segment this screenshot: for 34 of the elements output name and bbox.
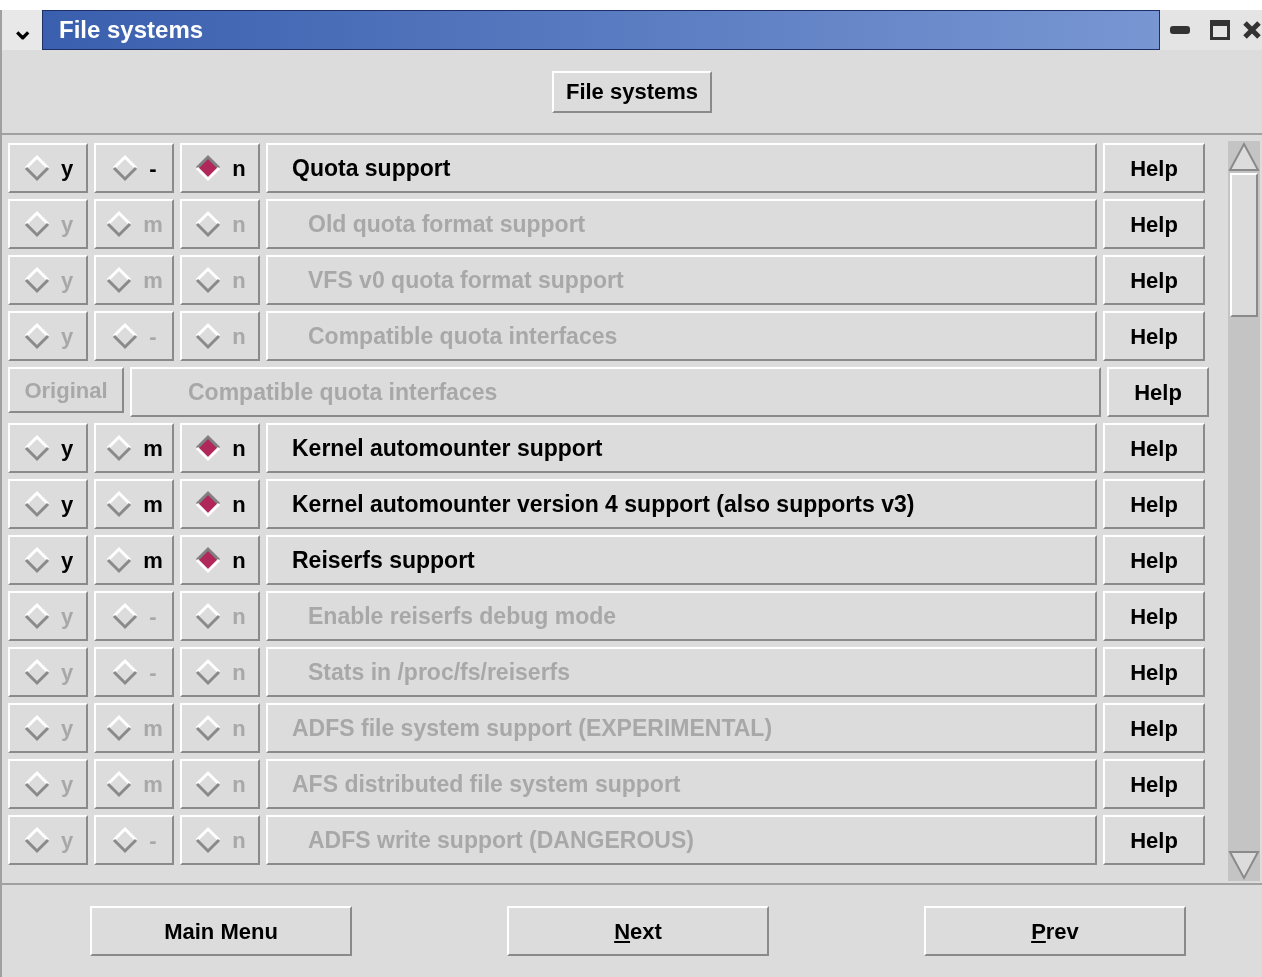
radio-option[interactable]: y [8,423,88,473]
help-button[interactable]: Help [1103,143,1205,193]
radio-option[interactable]: y [8,479,88,529]
radio-option[interactable]: n [180,143,260,193]
scrollbar-thumb[interactable] [1230,173,1258,317]
radio-option[interactable]: n [180,423,260,473]
scroll-down-icon[interactable] [1228,849,1260,881]
nav-button[interactable]: Next [507,906,769,956]
radio-option[interactable]: m [94,479,174,529]
minimize-button[interactable] [1160,10,1200,50]
help-button[interactable]: Help [1103,479,1205,529]
close-icon [1242,20,1262,40]
nav-button[interactable]: Main Menu [90,906,352,956]
section-button[interactable]: File systems [551,70,713,113]
window-title: File systems [59,15,204,45]
nav-button[interactable]: Prev [924,906,1186,956]
radio-option[interactable]: m [94,423,174,473]
maximize-icon [1210,20,1230,40]
scrollbar[interactable] [1228,141,1260,881]
radio-option[interactable]: n [180,479,260,529]
option-label: Reiserfs support [266,535,1097,585]
help-button[interactable]: Help [1103,535,1205,585]
window-menu-button[interactable]: ⌄ [2,10,42,50]
radio-option[interactable]: - [94,143,174,193]
radio-option[interactable]: n [180,535,260,585]
radio-option[interactable]: y [8,535,88,585]
close-button[interactable] [1240,10,1262,50]
option-label: Quota support [266,143,1097,193]
option-label: Kernel automounter support [266,423,1097,473]
help-button[interactable]: Help [1103,423,1205,473]
minimize-icon [1170,26,1190,34]
option-label: Kernel automounter version 4 support (also supports v3) [266,479,1097,529]
radio-option[interactable]: y [8,143,88,193]
radio-option[interactable]: m [94,535,174,585]
